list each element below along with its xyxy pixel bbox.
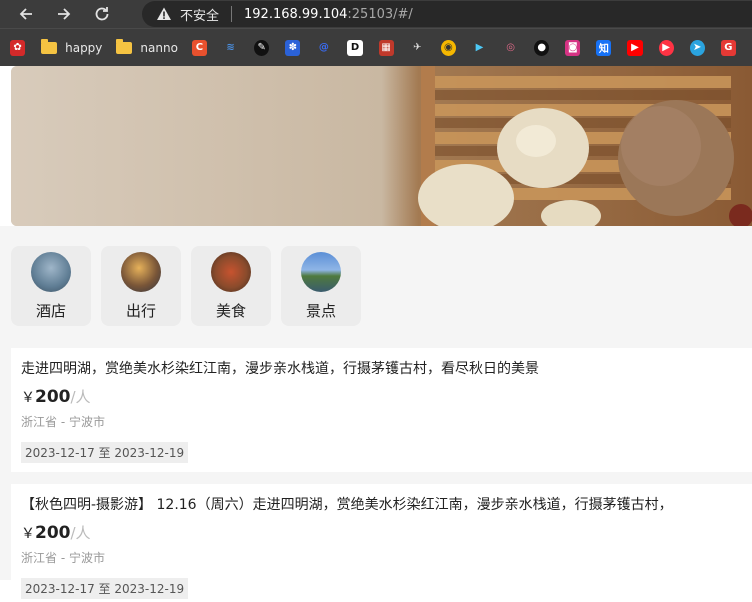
youtube-icon[interactable]: ▶: [627, 39, 643, 56]
listing-location: 浙江省 - 宁波市: [21, 551, 105, 565]
zhihu-icon[interactable]: 知: [596, 39, 612, 56]
play-store-icon[interactable]: ▶: [471, 39, 488, 56]
huawei-icon[interactable]: ✿: [10, 39, 26, 56]
price-value: 200: [35, 523, 71, 543]
bookmark-icon[interactable]: ✎: [254, 39, 270, 56]
telegram-icon[interactable]: ➤: [689, 39, 705, 56]
bookmark-icon[interactable]: ≋: [223, 39, 239, 56]
github-icon[interactable]: ●: [534, 39, 550, 56]
bookmark-icon[interactable]: ◉: [440, 39, 456, 56]
bookmark-folder-label: nanno: [140, 40, 178, 55]
bookmark-icon[interactable]: D: [347, 39, 363, 56]
page-content: 酒店 出行 美食 景点 走进四明湖，赏绝美水杉染红江南，漫步亲水栈道，行摄茅镬古…: [0, 66, 752, 602]
listing-price: ￥200/人: [21, 386, 742, 407]
hotel-image: [31, 252, 71, 292]
bookmark-folder-label: happy: [65, 40, 103, 55]
listing-location: 浙江省 - 宁波市: [21, 415, 105, 429]
baidu-icon[interactable]: ✽: [285, 39, 301, 56]
listing-title[interactable]: 【秋色四明-摄影游】 12.16（周六）走进四明湖，赏绝美水杉染红江南，漫步亲水…: [21, 494, 742, 514]
listing-dates: 2023-12-17 至 2023-12-19: [21, 442, 189, 463]
warning-icon[interactable]: [156, 6, 172, 22]
price-unit: /人: [70, 388, 91, 406]
folder-icon: [41, 38, 58, 54]
currency-symbol: ￥: [21, 390, 35, 406]
category-travel[interactable]: 出行: [101, 246, 181, 326]
category-label: 美食: [215, 302, 246, 320]
folder-icon: [116, 38, 133, 54]
listing-card[interactable]: 【秋色四明-摄影游】 12.16（周六）走进四明湖，赏绝美水杉染红江南，漫步亲水…: [11, 484, 752, 602]
bookmark-icon[interactable]: @: [316, 39, 332, 56]
youtube-music-icon[interactable]: ▶: [658, 39, 674, 56]
bookmark-icon[interactable]: G: [720, 39, 736, 56]
bookmark-folder-nanno[interactable]: nanno: [116, 38, 178, 55]
price-value: 200: [35, 387, 71, 407]
security-status[interactable]: 不安全: [180, 5, 219, 24]
category-food[interactable]: 美食: [191, 246, 271, 326]
browser-toolbar: 不安全 192.168.99.104:25103/#/: [0, 0, 752, 28]
travel-image: [121, 252, 161, 292]
category-label: 出行: [125, 302, 156, 320]
scenic-image: [301, 252, 341, 292]
back-arrow-icon[interactable]: [12, 0, 40, 28]
bird-icon[interactable]: ✈: [409, 39, 425, 56]
url-host[interactable]: 192.168.99.104: [244, 7, 347, 22]
address-bar[interactable]: 不安全 192.168.99.104:25103/#/: [142, 1, 752, 27]
address-divider: [231, 6, 233, 22]
bookmarks-bar: ✿ happy nanno C ≋ ✎ ✽ @ D ▦ ✈ ◉ ▶ ◎ ● ◙ …: [0, 28, 752, 66]
listing-title[interactable]: 走进四明湖，赏绝美水杉染红江南，漫步亲水栈道，行摄茅镬古村，看尽秋日的美景: [21, 358, 742, 378]
csdn-icon[interactable]: C: [191, 39, 208, 56]
category-label: 景点: [305, 302, 336, 320]
category-scenic[interactable]: 景点: [281, 246, 361, 326]
category-hotel[interactable]: 酒店: [11, 246, 91, 326]
listing-price: ￥200/人: [21, 522, 742, 543]
banner-image[interactable]: [11, 66, 752, 226]
url-path[interactable]: :25103/#/: [347, 7, 412, 22]
instagram-icon[interactable]: ◙: [565, 39, 581, 56]
bookmark-folder-happy[interactable]: happy: [41, 38, 103, 55]
reload-icon[interactable]: [88, 0, 116, 28]
eye-icon[interactable]: ◎: [503, 39, 519, 56]
price-unit: /人: [70, 524, 91, 542]
listing-card[interactable]: 走进四明湖，赏绝美水杉染红江南，漫步亲水栈道，行摄茅镬古村，看尽秋日的美景 ￥2…: [11, 348, 752, 472]
forward-arrow-icon[interactable]: [50, 0, 78, 28]
currency-symbol: ￥: [21, 526, 35, 542]
bookmark-icon[interactable]: ▦: [378, 39, 394, 56]
food-image: [211, 252, 251, 292]
listing-dates: 2023-12-17 至 2023-12-19: [21, 578, 189, 599]
category-label: 酒店: [35, 302, 66, 320]
